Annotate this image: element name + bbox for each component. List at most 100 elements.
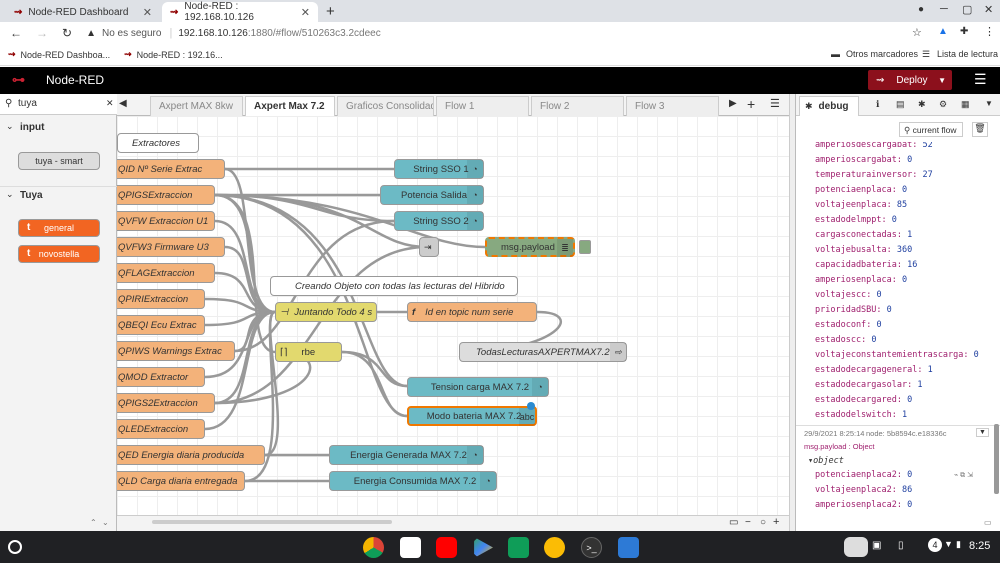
bookmark-nodered[interactable]: Node-RED : 192.16... — [137, 50, 223, 60]
debug-property-row[interactable]: estadodecargared: 0 — [815, 395, 1000, 410]
zoom-reset-icon[interactable]: ○ — [760, 517, 766, 528]
horizontal-scrollbar[interactable] — [152, 520, 392, 524]
gmail-icon[interactable] — [400, 537, 421, 558]
popout-icon[interactable]: ▭ — [984, 518, 992, 527]
ui-gauge-node-tension[interactable]: Tension carga MAX 7.2 ◔ — [407, 377, 549, 397]
debug-property-row[interactable]: amperiosenplaca: 0 — [815, 275, 1000, 290]
launcher-icon[interactable] — [8, 540, 22, 554]
youtube-icon[interactable] — [436, 537, 457, 558]
settings-icon[interactable]: ⚙ — [939, 99, 947, 110]
debug-property-row[interactable]: capacidadbateria: 16 — [815, 260, 1000, 275]
scroll-right-icon[interactable]: ▶ — [729, 98, 737, 109]
flow-canvas[interactable]: Extractores Creando Objeto con todas las… — [117, 116, 790, 515]
function-node-qpigs2[interactable]: QPIGS2Extraccion — [117, 393, 215, 413]
bookmark-dashboard[interactable]: Node-RED Dashboa... — [21, 50, 111, 60]
debug-property-row[interactable]: prioridadSBU: 0 — [815, 305, 1000, 320]
debug-property-row[interactable]: potenciaenplaca: 0 — [815, 185, 1000, 200]
debug-toggle-button[interactable] — [579, 240, 591, 254]
battery-icon[interactable]: ▮ — [956, 539, 961, 550]
browser-tab-nodered[interactable]: ⇝ Node-RED : 192.168.10.126 ✕ — [162, 1, 318, 23]
list-flows-icon[interactable]: ☰ — [770, 97, 780, 110]
debug-property-row[interactable]: estadodecargasolar: 1 — [815, 380, 1000, 395]
debug-property-row[interactable]: amperiosenplaca2: 0 — [815, 500, 1000, 515]
tab-search-icon[interactable]: ● — [918, 4, 924, 15]
comment-node-extractores[interactable]: Extractores — [117, 133, 199, 153]
maximize-icon[interactable]: ▢ — [962, 3, 972, 16]
notification-badge[interactable]: 4 — [928, 538, 942, 552]
link-node[interactable]: ⇥ — [419, 237, 439, 257]
function-node-qbeqi[interactable]: QBEQI Ecu Extrac — [117, 315, 205, 335]
object-toggle[interactable]: ▾object — [808, 456, 844, 466]
tray-app-icon[interactable] — [844, 537, 868, 557]
extensions-icon[interactable]: ✚ — [960, 26, 968, 37]
sheets-icon[interactable] — [508, 537, 529, 558]
debug-node-msg-payload[interactable]: msg.payload ≣ — [485, 237, 575, 257]
clipboard-icon[interactable]: ▣ — [872, 540, 881, 551]
tab-flow-3[interactable]: Flow 3 — [626, 96, 719, 116]
function-node-qflag[interactable]: QFLAGExtraccion — [117, 263, 215, 283]
other-bookmarks[interactable]: Otros marcadores — [846, 49, 918, 59]
rbe-node[interactable]: ⌈⌉ rbe — [275, 342, 342, 362]
debug-property-row[interactable]: estadodecargageneral: 1 — [815, 365, 1000, 380]
debug-property-row[interactable]: amperiosdescargabat: 52 — [815, 142, 1000, 155]
debug-property-row[interactable]: amperioscargabat: 0 — [815, 155, 1000, 170]
debug-property-row[interactable]: voltajescc: 0 — [815, 290, 1000, 305]
expand-all-icon[interactable]: ⌄ — [102, 518, 109, 527]
debug-property-row[interactable]: temperaturainversor: 27 — [815, 170, 1000, 185]
link-out-node-todas[interactable]: TodasLecturasAXPERTMAX7.2 ⇨ — [459, 342, 627, 362]
ui-text-node-potencia[interactable]: Potencia Salida ◔ — [380, 185, 484, 205]
scroll-left-icon[interactable]: ◀ — [119, 98, 127, 109]
tab-graficos[interactable]: Graficos Consolidad — [337, 96, 434, 116]
warning-icon[interactable]: ▲ — [86, 28, 96, 39]
reading-list[interactable]: Lista de lectura — [937, 49, 998, 59]
caret-down-icon[interactable]: ▼ — [938, 76, 946, 85]
browser-tab-dashboard[interactable]: ⇝ Node-RED Dashboard ✕ — [6, 2, 160, 22]
minimize-icon[interactable]: ─ — [940, 3, 948, 15]
function-node-qvfw[interactable]: QVFW Extraccion U1 — [117, 211, 215, 231]
function-node-qvfw3[interactable]: QVFW3 Firmware U3 — [117, 237, 225, 257]
debug-property-row[interactable]: estadodelmppt: 0 — [815, 215, 1000, 230]
security-label[interactable]: No es seguro — [102, 28, 161, 39]
collapse-all-icon[interactable]: ⌃ — [90, 518, 97, 527]
chrome-icon[interactable] — [363, 537, 384, 558]
msg-node-link[interactable]: node: 5b8594c.e18336c — [866, 429, 947, 438]
clock[interactable]: 8:25 — [969, 540, 990, 552]
tab-debug[interactable]: ✱ debug — [799, 96, 859, 116]
debug-property-row[interactable]: cargasconectadas: 1 — [815, 230, 1000, 245]
comment-node-creando[interactable]: Creando Objeto con todas las lecturas de… — [270, 276, 518, 296]
terminal-icon[interactable]: >_ — [581, 537, 602, 558]
ui-text-node-string2[interactable]: String SSO 2 ◔ — [394, 211, 484, 231]
phone-icon[interactable]: ▯ — [898, 540, 904, 551]
ui-text-node-modo[interactable]: Modo bateria MAX 7.2 abc — [407, 406, 537, 426]
deploy-button[interactable]: ⇝ Deploy ▼ — [868, 70, 952, 90]
database-icon[interactable]: ▦ — [961, 99, 970, 110]
category-tuya[interactable]: ⌄ Tuya — [0, 186, 117, 204]
copy-path-icons[interactable]: ⌁ ⧉ ⇲ — [954, 471, 973, 480]
debug-property-row[interactable]: estadoconf: 0 — [815, 320, 1000, 335]
drive-extension-icon[interactable]: ▲ — [938, 26, 948, 37]
debug-property-row[interactable]: voltajeenplaca: 85 — [815, 200, 1000, 215]
weather-icon[interactable] — [544, 537, 565, 558]
zoom-in-icon[interactable]: + — [773, 516, 779, 528]
vscode-icon[interactable] — [618, 537, 639, 558]
bookmark-star-icon[interactable]: ☆ — [912, 26, 922, 39]
zoom-out-icon[interactable]: − — [745, 517, 751, 528]
ui-text-node-string1[interactable]: String SSO 1 ◔ — [394, 159, 484, 179]
palette-node-novostella[interactable]: t novostella — [18, 245, 100, 263]
function-node-qmod[interactable]: QMOD Extractor — [117, 367, 205, 387]
function-node-qpigs[interactable]: QPIGSExtraccion — [117, 185, 215, 205]
debug-property-row[interactable]: estadodelswitch: 1 — [815, 410, 1000, 425]
tab-axpert-max-7-2[interactable]: Axpert Max 7.2 — [245, 96, 335, 116]
ui-chart-node-energiacon[interactable]: Energia Consumida MAX 7.2 ◔ — [329, 471, 497, 491]
add-flow-icon[interactable]: + — [747, 96, 755, 112]
debug-property-row[interactable]: estadoscc: 0 — [815, 335, 1000, 350]
filter-current-flow-button[interactable]: ⚲ current flow — [899, 122, 963, 137]
tab-axpert-max-8kw[interactable]: Axpert MAX 8kw — [150, 96, 243, 116]
close-tab-icon[interactable]: ✕ — [143, 6, 152, 19]
url-input[interactable]: 192.168.10.126:1880/#flow/510263c3.2cdee… — [178, 28, 380, 39]
wifi-icon[interactable]: ▼ — [944, 539, 953, 549]
menu-kebab-icon[interactable]: ⋮ — [984, 25, 995, 38]
clear-debug-icon[interactable]: 🗑 — [972, 122, 988, 137]
close-window-icon[interactable]: ✕ — [984, 3, 993, 16]
forward-icon[interactable]: → — [36, 26, 48, 40]
